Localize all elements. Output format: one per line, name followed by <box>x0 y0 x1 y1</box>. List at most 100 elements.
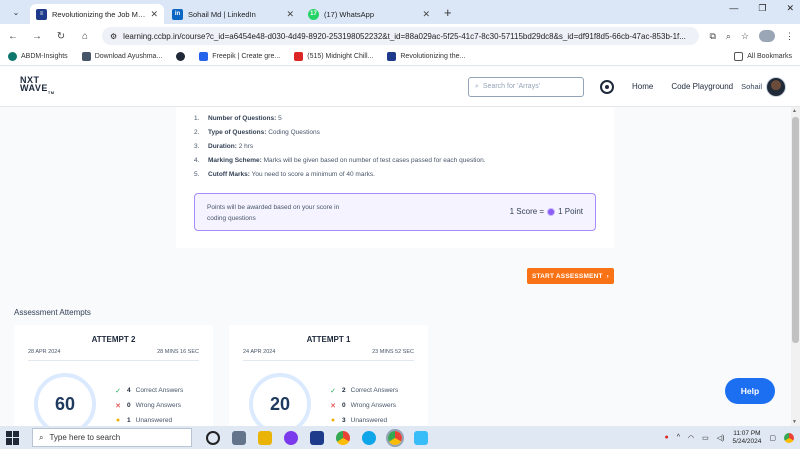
check-icon: ✓ <box>330 387 336 395</box>
avatar[interactable] <box>766 76 786 97</box>
toolbar-icons: ⧉ ⌕ ☆ ⋮ <box>709 30 794 42</box>
store-icon[interactable] <box>310 430 324 445</box>
scroll-up-icon[interactable]: ▲ <box>792 108 797 114</box>
system-tray: ● ^ ◠ ▭ ◁) 11:07 PM 5/24/2024 ▢ <box>664 430 794 446</box>
edge-icon[interactable] <box>362 430 376 445</box>
windows-taskbar: ⌕ Type here to search ● ^ ◠ ▭ ◁) 11:07 P… <box>0 426 800 449</box>
tab-search-icon[interactable]: ⌄ <box>6 2 26 22</box>
attempt-meta: 28 APR 2024 28 MINS 16 SEC <box>28 349 199 361</box>
chrome-active-icon[interactable] <box>386 428 404 447</box>
bookmark-item[interactable]: (515) Midnight Chill... <box>294 52 373 61</box>
profile-icon[interactable] <box>759 30 775 42</box>
attempt-stats: ✓ 4 Correct Answers ✕ 0 Wrong Answers ● 1 Unan… <box>114 383 183 426</box>
taskbar-search-input[interactable]: ⌕ Type here to search <box>32 428 192 447</box>
back-arrow-icon[interactable]: ← <box>6 31 20 42</box>
restore-icon[interactable]: ❐ <box>758 3 766 14</box>
stat-wrong: ✕ 0 Wrong Answers <box>115 402 182 410</box>
volume-icon[interactable]: ◁) <box>717 434 725 442</box>
cortana-icon[interactable] <box>206 430 220 445</box>
bookmark-item[interactable]: ABDM-Insights <box>8 52 68 61</box>
bookmark-favicon-icon <box>81 52 91 61</box>
stat-unanswered: ● 1 Unanswered <box>115 417 173 424</box>
scroll-down-icon[interactable]: ▼ <box>792 419 797 425</box>
site-info-icon[interactable]: ⚙ <box>110 32 117 41</box>
attempt-card[interactable]: ATTEMPT 1 24 APR 2024 23 MINS 52 SEC 20 … <box>229 325 428 426</box>
app-icon[interactable] <box>284 430 298 445</box>
list-item: 4. Marking Scheme: Marks will be given ba… <box>194 157 486 164</box>
browser-toolbar: ← → ↻ ⌂ ⚙ learning.ccbp.in/course?c_id=a… <box>0 24 800 48</box>
windows-start-icon[interactable] <box>6 430 20 445</box>
bookmark-item[interactable] <box>176 52 186 61</box>
help-button[interactable]: Help <box>725 378 775 404</box>
browser-tab-3[interactable]: 17 (17) WhatsApp ✕ <box>302 4 436 24</box>
stat-wrong: ✕ 0 Wrong Answers <box>330 402 397 410</box>
attempt-duration: 23 MINS 52 SEC <box>372 349 414 355</box>
task-view-icon[interactable] <box>232 430 246 445</box>
attempt-title: ATTEMPT 2 <box>91 335 136 344</box>
bookmark-item[interactable]: Freepik | Create gre... <box>199 52 280 61</box>
clock[interactable]: 11:07 PM 5/24/2024 <box>732 430 761 446</box>
notifications-icon[interactable]: ▢ <box>769 434 776 442</box>
start-assessment-button[interactable]: START ASSESSMENT › <box>527 268 614 284</box>
menu-kebab-icon[interactable]: ⋮ <box>785 31 794 42</box>
bookmark-star-icon[interactable]: ☆ <box>741 31 749 42</box>
attempt-card[interactable]: ATTEMPT 2 28 APR 2024 28 MINS 16 SEC 60 … <box>14 325 213 426</box>
home-icon[interactable]: ⌂ <box>78 31 92 42</box>
bookmark-item[interactable]: Download Ayushma... <box>81 52 162 61</box>
instructions-list: 1. Number of Questions: 5 2. Type of Quest… <box>194 115 486 185</box>
chevron-up-icon[interactable]: ^ <box>677 434 680 441</box>
network-icon[interactable]: ◠ <box>688 434 694 442</box>
close-window-icon[interactable]: ✕ <box>786 3 794 14</box>
battery-icon[interactable]: ▭ <box>702 434 709 442</box>
tab-title: (17) WhatsApp <box>324 9 375 19</box>
close-tab-icon[interactable]: ✕ <box>150 9 158 20</box>
window-controls: — ❐ ✕ <box>729 3 794 14</box>
close-tab-icon[interactable]: ✕ <box>422 9 430 20</box>
forward-arrow-icon[interactable]: → <box>30 31 44 42</box>
address-bar[interactable]: ⚙ learning.ccbp.in/course?c_id=a6454e48-… <box>102 27 700 45</box>
chrome-icon[interactable] <box>336 430 350 445</box>
score-circle: 60 <box>34 373 96 426</box>
tab-title: Revolutionizing the Job Market <box>52 9 146 19</box>
minimize-icon[interactable]: — <box>729 3 738 14</box>
close-tab-icon[interactable]: ✕ <box>286 9 294 20</box>
bookmarks-bar: ABDM-Insights Download Ayushma... Freepi… <box>0 48 800 66</box>
url-text: learning.ccbp.in/course?c_id=a6454e48-d0… <box>123 31 686 41</box>
file-explorer-icon[interactable] <box>258 430 272 445</box>
user-name[interactable]: Sohail <box>741 82 762 91</box>
tab-title: Sohail Md | LinkedIn <box>188 9 256 19</box>
zoom-icon[interactable]: ⌕ <box>726 31 731 42</box>
stat-correct: ✓ 2 Correct Answers <box>330 387 399 395</box>
streak-icon[interactable] <box>599 79 614 94</box>
bookmark-favicon-icon <box>176 52 186 61</box>
attempt-stats: ✓ 2 Correct Answers ✕ 0 Wrong Answers ● 3 Unan… <box>329 383 398 426</box>
bookmark-favicon-icon <box>199 52 209 61</box>
reload-icon[interactable]: ↻ <box>54 31 68 42</box>
new-tab-plus-icon[interactable]: + <box>444 5 452 20</box>
browser-tab-2[interactable]: in Sohail Md | LinkedIn ✕ <box>166 4 300 24</box>
nav-code-playground[interactable]: Code Playground <box>671 82 733 91</box>
app-icon[interactable] <box>414 430 428 445</box>
list-item: 3. Duration: 2 hrs <box>194 143 254 150</box>
browser-tab-1[interactable]: ≡ Revolutionizing the Job Market ✕ <box>30 4 164 24</box>
bookmark-item[interactable]: Revolutionizing the... <box>387 52 465 61</box>
notification-badge-icon[interactable]: ● <box>664 434 668 441</box>
nav-home[interactable]: Home <box>632 82 653 91</box>
chevron-right-icon: › <box>606 272 610 280</box>
browser-tabstrip: ⌄ ≡ Revolutionizing the Job Market ✕ in … <box>0 0 800 24</box>
nxtwave-logo[interactable]: NXT WAVETM <box>20 76 55 97</box>
scrollbar-thumb[interactable] <box>792 117 799 343</box>
attempt-title: ATTEMPT 1 <box>306 335 351 344</box>
attempt-date: 24 APR 2024 <box>243 349 276 355</box>
points-text: Points will be awarded based on your sco… <box>207 204 340 222</box>
attempt-meta: 24 APR 2024 23 MINS 52 SEC <box>243 349 414 361</box>
all-bookmarks[interactable]: All Bookmarks <box>734 52 792 61</box>
chrome-tray-icon[interactable] <box>784 432 794 443</box>
install-app-icon[interactable]: ⧉ <box>709 31 715 42</box>
cross-icon: ✕ <box>330 402 336 410</box>
page-scrollbar[interactable]: ▲ ▼ <box>791 107 800 426</box>
search-input[interactable]: ⌕ Search for 'Arrays' <box>467 76 584 97</box>
dot-icon: ● <box>115 417 121 424</box>
list-item: 1. Number of Questions: 5 <box>194 115 282 122</box>
taskbar-apps <box>206 428 428 447</box>
